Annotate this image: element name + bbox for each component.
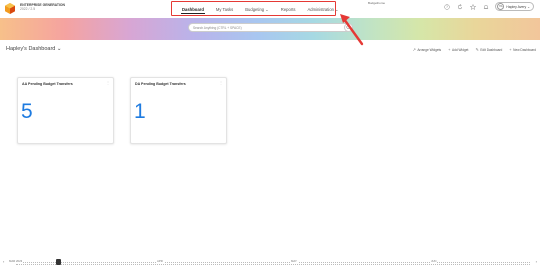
user-menu[interactable]: HA Hapley Avery ⌄ bbox=[495, 2, 534, 11]
top-bar: ENTERPRISE GENERATION 2022 / 2.5 Dashboa… bbox=[0, 0, 540, 18]
timeline-track[interactable] bbox=[16, 262, 530, 265]
timeline-label: MAY bbox=[290, 259, 298, 263]
app-logo-icon[interactable] bbox=[5, 3, 15, 14]
dashboard-actions: ↗ Arrange Widgets + Add Widget ✎ Edit Da… bbox=[413, 47, 536, 52]
add-widget-button[interactable]: + Add Widget bbox=[448, 47, 468, 52]
nav-side-label: Budgethome bbox=[368, 1, 386, 5]
plus-icon: + bbox=[448, 47, 451, 52]
widget-menu-icon[interactable]: ⋮ bbox=[219, 80, 223, 85]
nav-highlight-box bbox=[171, 1, 336, 16]
avatar: HA bbox=[497, 3, 505, 10]
dashboard-title[interactable]: Hapley's Dashboard ⌄ bbox=[6, 46, 62, 52]
timeline-handle[interactable] bbox=[56, 259, 61, 265]
widget-value: 1 bbox=[134, 100, 146, 123]
company-info[interactable]: ENTERPRISE GENERATION 2022 / 2.5 bbox=[20, 3, 65, 11]
search-placeholder: Search Anything (CTRL + SPACE) bbox=[193, 25, 242, 30]
arrange-widgets-button[interactable]: ↗ Arrange Widgets bbox=[413, 47, 442, 52]
timeline-label: APR bbox=[156, 259, 164, 263]
timeline-label: JUN bbox=[430, 259, 438, 263]
fiscal-year: 2022 / 2.5 bbox=[20, 7, 36, 11]
arrange-icon: ↗ bbox=[412, 47, 416, 52]
arrange-widgets-label: Arrange Widgets bbox=[417, 47, 442, 52]
new-dashboard-label: New Dashboard bbox=[513, 47, 536, 52]
star-icon[interactable] bbox=[469, 3, 477, 11]
new-dashboard-button[interactable]: + New Dashboard bbox=[509, 47, 536, 52]
top-icons: ? HA Hapley Avery ⌄ bbox=[443, 2, 534, 11]
widget-da-pending-transfers[interactable]: DA Pending Budget Transfers ⋮ 1 bbox=[130, 77, 227, 144]
timeline-label: MAR 2023 bbox=[8, 259, 24, 263]
edit-dashboard-label: Edit Dashboard bbox=[480, 47, 503, 52]
add-widget-label: Add Widget bbox=[451, 47, 469, 52]
bell-icon[interactable] bbox=[482, 3, 490, 11]
timeline-next-icon[interactable]: › bbox=[536, 259, 537, 264]
pencil-icon: ✎ bbox=[475, 47, 479, 52]
refresh-icon[interactable] bbox=[456, 3, 464, 11]
help-icon[interactable]: ? bbox=[443, 3, 451, 11]
svg-text:?: ? bbox=[446, 5, 448, 9]
timeline-prev-icon[interactable]: ‹ bbox=[3, 259, 4, 264]
plus-icon: + bbox=[509, 47, 512, 52]
widget-value: 5 bbox=[21, 100, 33, 123]
search-input[interactable]: Search Anything (CTRL + SPACE) bbox=[188, 23, 352, 32]
timeline-bar: ‹ MAR 2023 APR MAY JUN › bbox=[0, 258, 540, 267]
widget-title: DA Pending Budget Transfers bbox=[135, 82, 186, 86]
widget-aa-pending-transfers[interactable]: AA Pending Budget Transfers ⋮ 5 bbox=[17, 77, 114, 144]
user-name: Hapley Avery ⌄ bbox=[506, 4, 530, 9]
annotation-arrow-icon bbox=[340, 14, 364, 46]
widget-menu-icon[interactable]: ⋮ bbox=[106, 80, 110, 85]
edit-dashboard-button[interactable]: ✎ Edit Dashboard bbox=[475, 47, 502, 52]
widget-title: AA Pending Budget Transfers bbox=[22, 82, 73, 86]
